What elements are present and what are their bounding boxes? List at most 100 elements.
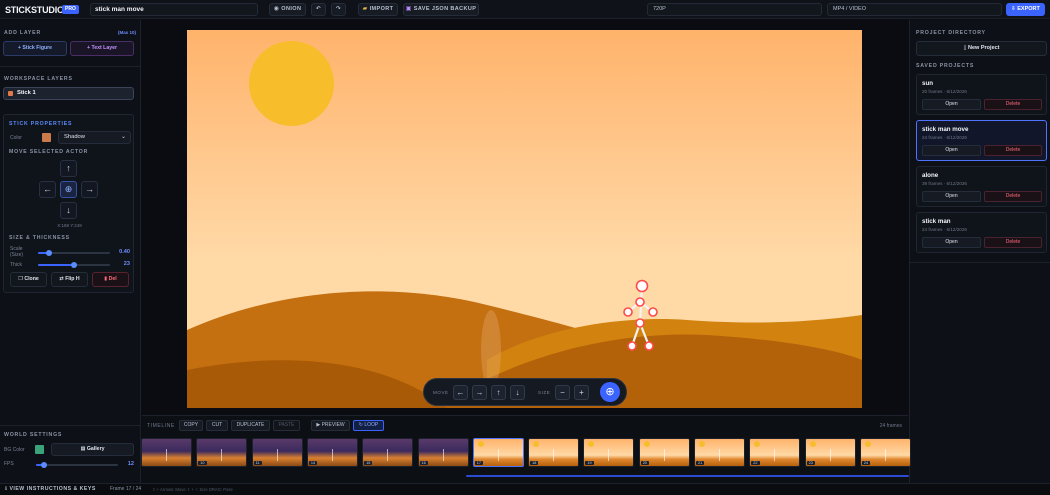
new-project-button[interactable]: ▯ New Project — [916, 41, 1047, 56]
thickness-slider[interactable] — [38, 261, 110, 268]
quick-move-right-button[interactable]: → — [472, 385, 487, 400]
add-text-layer-button[interactable]: + Text Layer — [70, 41, 134, 56]
clone-button[interactable]: ❐ Clone — [10, 272, 47, 287]
timeline-frame[interactable]: 11 — [251, 438, 303, 467]
animation-canvas[interactable] — [187, 30, 862, 408]
plus-icon: + — [579, 388, 584, 397]
fps-slider[interactable] — [36, 461, 118, 468]
add-layer-title: ADD LAYER — [4, 30, 41, 36]
timeline-frame[interactable]: 10 — [196, 438, 248, 467]
gallery-button[interactable]: ▦ Gallery — [51, 443, 134, 456]
folder-icon: ▰ — [362, 6, 368, 12]
timeline-frame[interactable]: 18 — [528, 438, 580, 467]
move-right-button[interactable]: → — [81, 181, 98, 198]
frame-sun-thumbnail — [477, 441, 484, 447]
add-stick-figure-button[interactable]: + Stick Figure — [3, 41, 67, 56]
project-title: alone — [922, 172, 939, 179]
delete-project-button[interactable]: Delete — [984, 99, 1042, 110]
move-left-button[interactable]: ← — [39, 181, 56, 198]
arrow-left-icon: ← — [43, 184, 52, 194]
delete-project-button[interactable]: Delete — [984, 237, 1042, 248]
open-project-button[interactable]: Open — [922, 191, 981, 202]
open-project-button[interactable]: Open — [922, 145, 981, 156]
duplicate-frame-button[interactable]: DUPLICATE — [231, 420, 270, 431]
center-crosshair-button[interactable]: ⊕ — [600, 382, 620, 402]
quick-move-down-button[interactable]: ↓ — [510, 385, 525, 400]
loop-toggle[interactable]: ↻ LOOP — [353, 420, 384, 431]
frame-stick-thumbnail — [663, 449, 665, 461]
size-decrease-button[interactable]: − — [555, 385, 570, 400]
stick-color-picker[interactable] — [42, 133, 51, 142]
frame-number: 23 — [806, 461, 815, 465]
preview-button[interactable]: ▶ PREVIEW — [311, 420, 350, 431]
file-icon: ▯ — [963, 45, 967, 51]
delete-project-button[interactable]: Delete — [984, 191, 1042, 202]
frame-sun-thumbnail — [699, 441, 705, 447]
thickness-slider-knob[interactable] — [71, 261, 77, 268]
delete-actor-button[interactable]: ▮ Del — [92, 272, 129, 287]
timeline-frame[interactable]: 23 — [804, 438, 856, 467]
pro-badge: PRO — [62, 5, 79, 14]
project-card-alone[interactable]: alone 39 frames · 6/12/2026 Open Delete — [916, 166, 1047, 207]
project-card-stick-man[interactable]: stick man 24 frames · 6/12/2026 Open Del… — [916, 212, 1047, 253]
delete-project-button[interactable]: Delete — [984, 145, 1042, 156]
timeline-frame[interactable]: 14 — [306, 438, 358, 467]
workspace-layers-title: WORKSPACE LAYERS — [4, 76, 73, 82]
stick-properties-title: STICK PROPERTIES — [9, 121, 73, 127]
frame-number: 21 — [696, 461, 705, 465]
arrow-left-icon: ← — [456, 388, 465, 397]
timeline-frame[interactable]: 24 — [859, 438, 911, 467]
timeline-frame[interactable]: 16 — [417, 438, 469, 467]
timeline-frame[interactable]: 20 — [638, 438, 690, 467]
save-json-button[interactable]: ▣ SAVE JSON BACKUP — [403, 3, 479, 16]
timeline-frame[interactable]: 21 — [694, 438, 745, 467]
layer-name: Stick 1 — [17, 90, 36, 96]
view-instructions-button[interactable]: ℹ VIEW INSTRUCTIONS & KEYS — [5, 486, 96, 492]
project-name-input[interactable]: stick man move — [90, 3, 258, 16]
cut-frame-button[interactable]: CUT — [206, 420, 228, 431]
flip-horizontal-button[interactable]: ⇄ Flip H — [51, 272, 88, 287]
scale-slider-knob[interactable] — [45, 249, 52, 256]
move-up-button[interactable]: ↑ — [60, 160, 77, 177]
scale-slider[interactable] — [38, 249, 110, 256]
bg-color-picker[interactable] — [35, 445, 44, 454]
project-card-sun[interactable]: sun 20 frames · 6/12/2026 Open Delete — [916, 74, 1047, 115]
timeline-frame[interactable]: 19 — [583, 438, 635, 467]
frame-number: 20 — [640, 461, 649, 465]
layer-item-stick-1[interactable]: Stick 1 — [3, 87, 134, 100]
frame-number: 19 — [585, 461, 594, 465]
fps-slider-knob[interactable] — [41, 461, 48, 468]
paste-frame-button[interactable]: PASTE — [273, 420, 300, 431]
redo-button[interactable]: ↷ — [331, 3, 346, 16]
timeline-scrollbar[interactable] — [466, 475, 909, 477]
timeline-frame[interactable]: 22 — [749, 438, 801, 467]
open-project-button[interactable]: Open — [922, 237, 981, 248]
dunes-scene — [187, 279, 862, 408]
quick-move-up-button[interactable]: ↑ — [491, 385, 506, 400]
onion-button[interactable]: ◉ ONION — [269, 3, 306, 16]
size-increase-button[interactable]: + — [574, 385, 589, 400]
copy-frame-button[interactable]: COPY — [179, 420, 203, 431]
undo-button[interactable]: ↶ — [311, 3, 326, 16]
quick-move-left-button[interactable]: ← — [453, 385, 468, 400]
crosshair-icon: ⊕ — [64, 184, 73, 194]
open-project-button[interactable]: Open — [922, 99, 981, 110]
move-down-button[interactable]: ↓ — [60, 202, 77, 219]
timeline-frame[interactable] — [141, 438, 192, 467]
center-actor-button[interactable]: ⊕ — [60, 181, 77, 198]
timeline-frame[interactable]: 15 — [362, 438, 414, 467]
frame-stick-thumbnail — [719, 449, 720, 461]
project-card-stick-man-move[interactable]: stick man move 24 frames · 6/12/2026 Ope… — [916, 120, 1047, 161]
import-button[interactable]: ▰ IMPORT — [358, 3, 398, 16]
project-meta: 20 frames · 6/12/2026 — [922, 89, 967, 94]
export-button[interactable]: ⇩ EXPORT — [1006, 3, 1045, 16]
format-select[interactable]: MP4 / VIDEO — [827, 3, 1002, 16]
shadow-select[interactable]: Shadow ⌄ — [58, 131, 131, 144]
arrow-down-icon: ↓ — [515, 388, 520, 397]
resolution-select[interactable]: 720P — [647, 3, 822, 16]
move-label: MOVE — [433, 390, 449, 395]
frame-stick-thumbnail — [884, 449, 886, 461]
right-sidebar: PROJECT DIRECTORY ▯ New Project SAVED PR… — [909, 20, 1050, 483]
timeline-frame[interactable]: 17 — [472, 438, 524, 467]
trash-icon: ▮ — [104, 276, 108, 282]
